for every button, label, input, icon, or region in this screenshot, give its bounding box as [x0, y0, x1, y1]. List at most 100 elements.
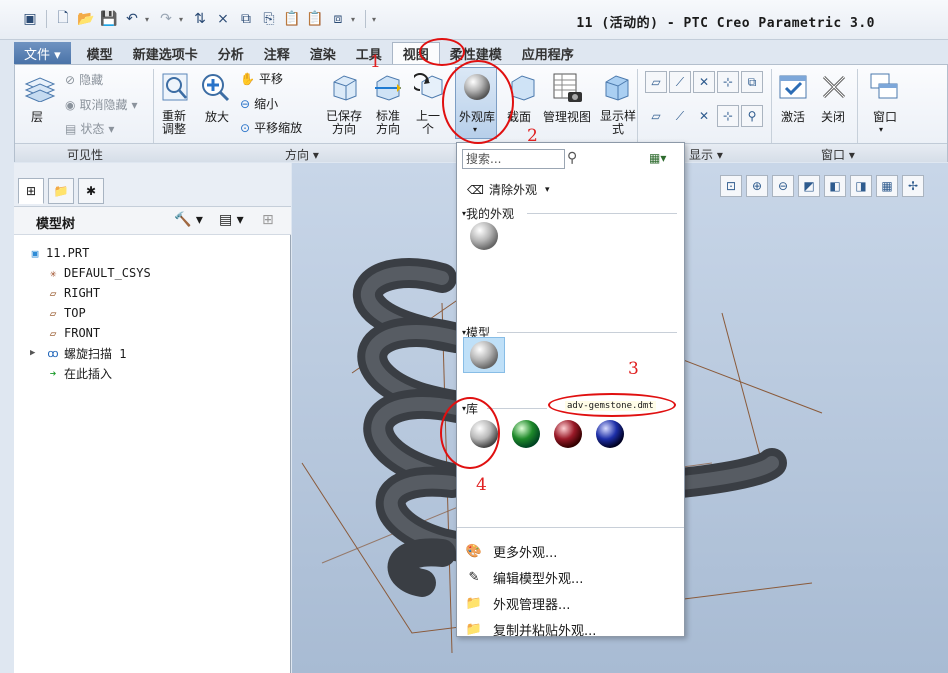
- axis-display-icon[interactable]: ⟋: [669, 71, 691, 93]
- tree-item-csys[interactable]: ✳ DEFAULT_CSYS: [26, 263, 151, 283]
- tree-item-front[interactable]: ▱ FRONT: [26, 323, 151, 343]
- activate-icon[interactable]: [777, 71, 809, 103]
- redo-dropdown-icon[interactable]: ▾: [179, 15, 187, 24]
- hide-button[interactable]: ⊘ 隐藏: [65, 71, 103, 88]
- refit-icon[interactable]: ⊡: [720, 175, 742, 197]
- point-tag-icon[interactable]: ✕: [693, 105, 715, 127]
- display-style-label[interactable]: 显示样 式: [600, 110, 636, 136]
- repaint-icon[interactable]: ◩: [798, 175, 820, 197]
- tree-item-insert-here[interactable]: ➔ 在此插入: [26, 363, 151, 383]
- manage-views-label[interactable]: 管理视图: [543, 111, 591, 124]
- annotation-display-icon[interactable]: ⧉: [741, 71, 763, 93]
- favorites-tab-icon[interactable]: ✱: [78, 178, 104, 204]
- regenerate-icon[interactable]: ⇅: [190, 9, 210, 29]
- close-window-icon[interactable]: ⨯: [213, 9, 233, 29]
- plane-display-icon[interactable]: ▱: [645, 71, 667, 93]
- saved-orientations-icon[interactable]: ◨: [850, 175, 872, 197]
- search-input[interactable]: 搜索...: [462, 149, 565, 169]
- tree-item-helical-sweep[interactable]: ▶ ꝏ 螺旋扫描 1: [26, 343, 151, 363]
- close-label[interactable]: 关闭: [821, 111, 845, 124]
- datum-display-icon[interactable]: ✢: [902, 175, 924, 197]
- zoom-in-icon[interactable]: [199, 71, 231, 103]
- tree-columns-icon[interactable]: ⊞: [262, 212, 274, 228]
- zoom-in-button-label[interactable]: 放大: [205, 111, 229, 124]
- pan-zoom-button[interactable]: ⊙ 平移缩放: [240, 119, 302, 136]
- saved-orientations-icon[interactable]: [329, 71, 361, 103]
- saved-orientations-label[interactable]: 已保存 方向: [326, 110, 362, 136]
- standard-orientation-icon[interactable]: [372, 71, 404, 103]
- search-icon[interactable]: ⚲: [567, 150, 577, 166]
- pan-button[interactable]: ✋ 平移: [240, 70, 283, 87]
- status-button[interactable]: ▤ 状态 ▾: [65, 120, 114, 137]
- axis-tag-icon[interactable]: ⟋: [669, 105, 691, 127]
- activate-label[interactable]: 激活: [781, 111, 805, 124]
- unhide-button[interactable]: ◉ 取消隐藏 ▾: [65, 96, 138, 113]
- library-swatch-blue[interactable]: [595, 419, 625, 449]
- tree-filters-icon[interactable]: ▤ ▾: [219, 212, 244, 228]
- point-display-icon[interactable]: ✕: [693, 71, 715, 93]
- previous-orientation-icon[interactable]: [413, 71, 445, 103]
- layer-icon[interactable]: [23, 73, 57, 103]
- undo-icon[interactable]: ↶: [122, 9, 142, 29]
- tab-analysis[interactable]: 分析: [208, 42, 254, 64]
- paste-special-icon[interactable]: 📋: [305, 9, 325, 29]
- zoom-out-button[interactable]: ⊖ 缩小: [240, 95, 278, 112]
- customize-toolbar-icon[interactable]: ▾: [372, 15, 380, 24]
- windows-icon[interactable]: ⧈: [328, 9, 348, 29]
- tab-annotate[interactable]: 注释: [254, 42, 300, 64]
- display-style-icon[interactable]: [601, 71, 633, 103]
- view-manager-icon[interactable]: ▦: [876, 175, 898, 197]
- standard-orientation-label[interactable]: 标准 方向: [376, 110, 400, 136]
- library-swatch-green[interactable]: [511, 419, 541, 449]
- redo-icon[interactable]: ↷: [156, 9, 176, 29]
- previous-orientation-label[interactable]: 上一 个: [416, 110, 440, 136]
- layer-button-label[interactable]: 层: [31, 111, 43, 124]
- undo-dropdown-icon[interactable]: ▾: [145, 15, 153, 24]
- library-swatch-red[interactable]: [553, 419, 583, 449]
- tab-applications[interactable]: 应用程序: [512, 42, 584, 64]
- plane-tag-icon[interactable]: ▱: [645, 105, 667, 127]
- display-style-icon[interactable]: ◧: [824, 175, 846, 197]
- tree-item-part[interactable]: ▣ 11.PRT: [26, 243, 151, 263]
- refit-button-label[interactable]: 重新 调整: [162, 110, 186, 136]
- appearance-manager-item[interactable]: 📁 外观管理器...: [457, 590, 684, 616]
- csys-tag-icon[interactable]: ⊹: [717, 105, 739, 127]
- clear-appearance-button[interactable]: ⌫ 清除外观 ▾: [467, 181, 550, 198]
- tree-item-top[interactable]: ▱ TOP: [26, 303, 151, 323]
- paste-icon[interactable]: 📋: [282, 9, 302, 29]
- windows-icon[interactable]: [868, 71, 900, 103]
- show-group-label[interactable]: 显示 ▾: [689, 146, 723, 163]
- spin-center-icon[interactable]: ⚲: [741, 105, 763, 127]
- my-appearance-swatch[interactable]: [469, 221, 499, 251]
- tab-render[interactable]: 渲染: [300, 42, 346, 64]
- tab-model[interactable]: 模型: [77, 42, 123, 64]
- edit-model-appearance-item[interactable]: ✎ 编辑模型外观...: [457, 564, 684, 590]
- tab-tools[interactable]: 工具: [346, 42, 392, 64]
- orientation-group-label[interactable]: 方向 ▾: [285, 146, 319, 163]
- more-appearances-item[interactable]: 🎨 更多外观...: [457, 538, 684, 564]
- window-menu-icon[interactable]: ▣: [20, 9, 40, 29]
- tab-file[interactable]: 文件 ▾: [14, 42, 71, 64]
- view-options-icon[interactable]: ▦▾: [649, 151, 666, 165]
- close-icon[interactable]: [818, 71, 850, 103]
- open-file-icon[interactable]: 📂: [76, 9, 96, 29]
- csys-display-icon[interactable]: ⊹: [717, 71, 739, 93]
- window-group-label[interactable]: 窗口 ▾: [821, 146, 855, 163]
- manage-views-icon[interactable]: [551, 71, 585, 105]
- refit-icon[interactable]: [160, 71, 190, 103]
- expand-arrow-icon[interactable]: ▶: [30, 348, 44, 358]
- model-tree-tab-icon[interactable]: ⊞: [18, 178, 44, 204]
- tree-settings-icon[interactable]: 🔨 ▾: [174, 212, 203, 228]
- save-icon[interactable]: 💾: [99, 9, 119, 29]
- model-display-icon[interactable]: ⧉: [236, 9, 256, 29]
- new-file-icon[interactable]: 🗋: [53, 9, 73, 29]
- tree-item-right[interactable]: ▱ RIGHT: [26, 283, 151, 303]
- windows-label[interactable]: 窗口: [873, 111, 897, 124]
- zoom-out-icon[interactable]: ⊖: [772, 175, 794, 197]
- windows-dropdown-icon[interactable]: ▾: [351, 15, 359, 24]
- zoom-in-icon[interactable]: ⊕: [746, 175, 768, 197]
- folder-browser-tab-icon[interactable]: 📁: [48, 178, 74, 204]
- copy-icon[interactable]: ⎘: [259, 9, 279, 29]
- tab-new-tab[interactable]: 新建选项卡: [123, 42, 208, 64]
- my-appearances-header[interactable]: ▾ 我的外观: [462, 205, 514, 222]
